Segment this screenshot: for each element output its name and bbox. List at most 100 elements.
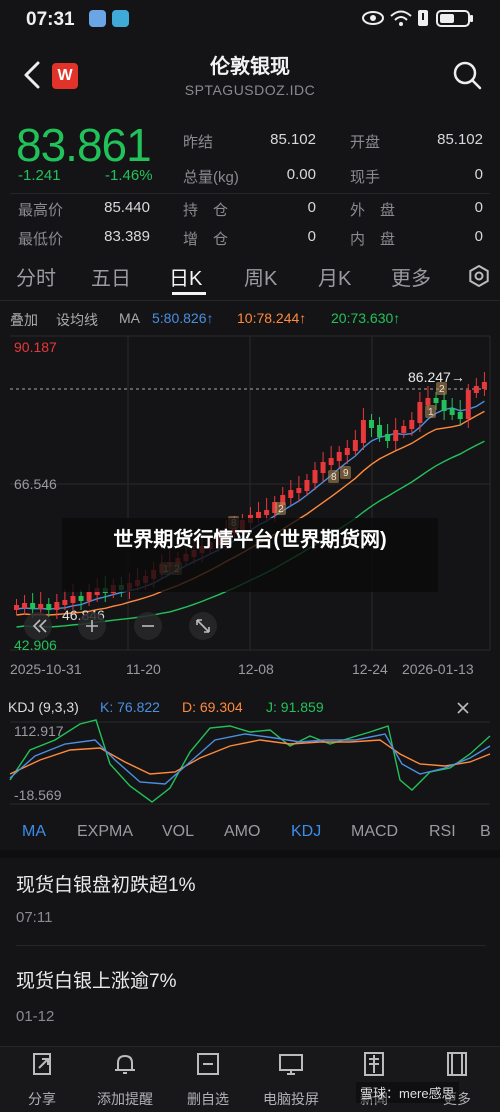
event-badge-number: 2 [278,504,284,515]
signal-icon [418,10,428,26]
candle-body [54,602,60,610]
share-button[interactable]: 分享 [7,1050,77,1109]
candle-body [46,604,52,610]
remove-square-icon [197,1053,219,1075]
add-alert-label: 添加提醒 [97,1091,153,1107]
close-kdj-icon[interactable] [457,702,469,714]
quote-label: 增 仓 [183,231,229,248]
candle-body [481,382,487,389]
quote-label: 昨结 [183,134,214,151]
quote-label: 持 仓 [183,202,229,219]
monitor-icon [279,1054,303,1075]
x-tick: 12-24 [352,661,388,677]
candle-body [449,408,455,415]
tab-weekly-k[interactable]: 周K [244,262,277,291]
candle-body [264,510,270,515]
battery-icon [436,10,473,27]
screen-cast-button[interactable]: 电脑投屏 [256,1050,326,1109]
status-bar: 07:31 [0,0,500,38]
x-tick: 12-08 [238,661,274,677]
news-item-title[interactable]: 现货白银上涨逾7% [16,966,176,993]
candle-body [393,430,399,441]
candle-body [328,458,334,465]
ma10-value: 10:78.244↑ [237,310,307,326]
candle-body [457,412,463,419]
kdj-chart[interactable]: KDJ (9,3,3) K: 76.822 D: 69.304 J: 91.85… [0,692,500,812]
news-item-title[interactable]: 现货白银盘初跌超1% [16,870,195,897]
candle-body [465,390,471,419]
quote-value: 0 [307,199,316,216]
more-icon [447,1052,467,1076]
candle-body [336,452,342,461]
indicator-tab-ma[interactable]: MA [22,823,46,841]
quote-label: 内 盘 [350,231,396,248]
candle-body [441,400,447,411]
tab-more[interactable]: 更多 [391,262,431,291]
event-badge-number: 2 [439,384,445,395]
overlay-button[interactable]: 叠加 [10,310,38,330]
watermark-overlay: 世界期货行情平台(世界期货网) [62,518,438,592]
candle-body [70,596,76,603]
last-price: 83.861 [16,119,152,171]
tab-intraday[interactable]: 分时 [16,262,56,291]
candle-body [304,480,310,491]
x-tick: 2025-10-31 [10,661,82,677]
indicator-tab-vol[interactable]: VOL [162,823,194,841]
kdj-d-line [9,739,491,775]
set-ma-button[interactable]: 设均线 [56,310,98,330]
kdj-y-bottom: -18.569 [14,787,62,803]
quote-label: 总量(kg) [183,169,239,186]
calendar-app-icon [112,10,129,27]
ma20-value: 20:73.630↑ [331,310,401,326]
candle-body [425,398,431,405]
tab-daily-k[interactable]: 日K [169,262,202,291]
indicator-tab-kdj[interactable]: KDJ [291,823,321,841]
page-title: 伦敦银现 [210,56,290,78]
quote-value: 85.440 [104,199,150,216]
indicator-tab-amo[interactable]: AMO [224,823,260,841]
remove-watchlist-button[interactable]: 删自选 [173,1050,243,1109]
divider [0,300,500,301]
quote-value: 0 [474,166,483,183]
indicator-tab-b[interactable]: B [480,823,491,841]
kdj-title: KDJ (9,3,3) [8,699,79,715]
x-tick: 2026-01-13 [402,661,474,677]
indicator-tab-rsi[interactable]: RSI [429,823,456,841]
candle-body [417,402,423,423]
quote-value: 83.389 [104,228,150,245]
chart-controls [24,612,217,640]
candle-body [312,470,318,483]
search-icon[interactable] [452,60,482,90]
event-badge-number: 9 [343,468,349,479]
settings-icon[interactable] [468,265,490,287]
candle-body [38,604,44,609]
kdj-y-top: 112.917 [14,723,64,739]
add-alert-button[interactable]: 添加提醒 [90,1050,160,1109]
candle-body [385,434,391,441]
quote-value: 0.00 [286,166,316,183]
news-item-time: 01-12 [16,1008,55,1025]
kdj-j: J: 91.859 [266,699,324,715]
scroll-left-icon[interactable] [24,612,52,640]
tab-monthly-k[interactable]: 月K [318,262,351,291]
candle-body [433,398,439,403]
divider [10,193,490,194]
indicator-tab-macd[interactable]: MACD [351,823,398,841]
candle-body [401,426,407,433]
news-icon [364,1052,384,1076]
quote-value: 0 [474,228,483,245]
current-price-label: 86.247→ [408,369,465,385]
candle-body [30,603,36,609]
candle-body [473,386,479,393]
remove-watchlist-label: 删自选 [187,1091,229,1107]
quote-label: 现手 [350,169,381,186]
candle-body [86,592,92,601]
kdj-j-line [9,719,491,803]
candle-body [288,490,294,498]
indicator-tab-expma[interactable]: EXPMA [77,823,133,841]
quote-label: 最高价 [18,202,64,219]
y-tick-top: 90.187 [14,339,57,355]
tab-five-day[interactable]: 五日 [91,262,131,291]
candle-body [368,420,374,428]
candlestick-chart[interactable]: 12828912 90.187 66.546 42.906 86.247→ 46… [0,330,500,690]
